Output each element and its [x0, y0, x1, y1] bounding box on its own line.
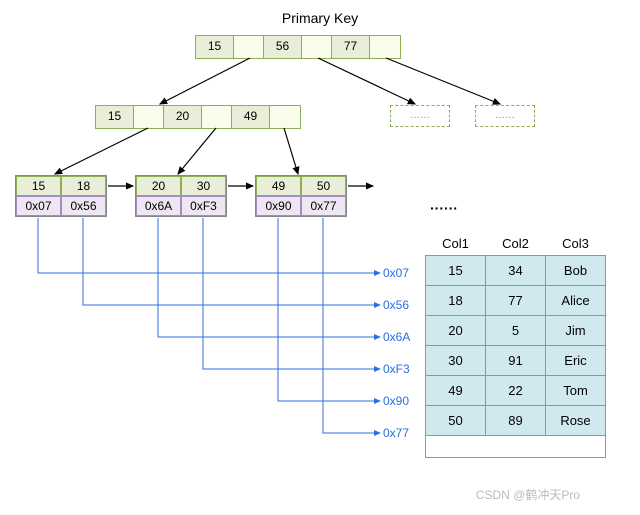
- leaf2-ptr-1: 0x77: [301, 196, 346, 216]
- leaf-node-1: 20 30 0x6A 0xF3: [135, 175, 227, 217]
- watermark: CSDN @鹤冲天Pro: [476, 486, 580, 503]
- mid-key-1: 20: [164, 106, 202, 128]
- data-table: Col1 Col2 Col3 15 34 Bob 18 77 Alice 20 …: [425, 232, 606, 458]
- root-ptr-0: [234, 36, 264, 58]
- table-row: 20 5 Jim: [426, 316, 606, 346]
- leaf0-key-1: 18: [61, 176, 106, 196]
- leaf0-ptr-1: 0x56: [61, 196, 106, 216]
- leaf1-ptr-1: 0xF3: [181, 196, 226, 216]
- root-key-2: 77: [332, 36, 370, 58]
- table-row: 15 34 Bob: [426, 256, 606, 286]
- mid-key-0: 15: [96, 106, 134, 128]
- col-header-1: Col2: [486, 232, 546, 256]
- leaf2-ptr-0: 0x90: [256, 196, 301, 216]
- ptr-label-4: 0x90: [383, 394, 409, 408]
- ptr-label-1: 0x56: [383, 298, 409, 312]
- diagram-title: Primary Key: [0, 10, 640, 26]
- mid-ptr-1: [202, 106, 232, 128]
- root-key-1: 56: [264, 36, 302, 58]
- ghost-node-1: ……: [390, 105, 450, 127]
- col-header-0: Col1: [426, 232, 486, 256]
- col-header-2: Col3: [546, 232, 606, 256]
- mid-node: 15 20 49: [95, 105, 301, 129]
- leaf2-key-1: 50: [301, 176, 346, 196]
- table-empty-row: [426, 436, 606, 458]
- leaf1-ptr-0: 0x6A: [136, 196, 181, 216]
- leaf-node-2: 49 50 0x90 0x77: [255, 175, 347, 217]
- ptr-label-3: 0xF3: [383, 362, 410, 376]
- ptr-label-0: 0x07: [383, 266, 409, 280]
- root-node: 15 56 77: [195, 35, 401, 59]
- mid-ptr-2: [270, 106, 300, 128]
- root-ptr-2: [370, 36, 400, 58]
- table-row: 50 89 Rose: [426, 406, 606, 436]
- table-row: 49 22 Tom: [426, 376, 606, 406]
- leaf2-key-0: 49: [256, 176, 301, 196]
- leaf-ellipsis: ······: [430, 200, 458, 216]
- leaf0-key-0: 15: [16, 176, 61, 196]
- table-row: 18 77 Alice: [426, 286, 606, 316]
- ghost-node-2: ……: [475, 105, 535, 127]
- ptr-label-5: 0x77: [383, 426, 409, 440]
- leaf1-key-1: 30: [181, 176, 226, 196]
- root-key-0: 15: [196, 36, 234, 58]
- table-row: 30 91 Eric: [426, 346, 606, 376]
- table-header-row: Col1 Col2 Col3: [426, 232, 606, 256]
- ptr-label-2: 0x6A: [383, 330, 410, 344]
- leaf1-key-0: 20: [136, 176, 181, 196]
- mid-ptr-0: [134, 106, 164, 128]
- leaf0-ptr-0: 0x07: [16, 196, 61, 216]
- root-ptr-1: [302, 36, 332, 58]
- leaf-node-0: 15 18 0x07 0x56: [15, 175, 107, 217]
- mid-key-2: 49: [232, 106, 270, 128]
